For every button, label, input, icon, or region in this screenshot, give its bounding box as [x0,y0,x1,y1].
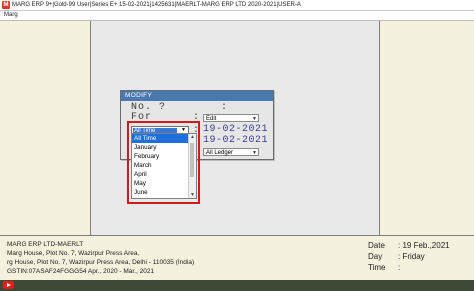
list-item[interactable]: May [132,179,190,188]
time-label: Time [368,263,386,272]
company-name: MARG ERP LTD-MAERLT [7,241,84,248]
title-bar: M MARG ERP 9+|Gold-99 User|Series E+ 15-… [0,0,474,11]
period-dropdown-list[interactable]: All Time January February March April Ma… [131,133,197,199]
right-panel [380,21,474,235]
date-value: : 19 Feb.,2021 [398,241,450,250]
dropdown-arrow-icon: ▼ [252,150,257,156]
time-value: : [398,263,401,272]
date-info: Date : 19 Feb.,2021 Day : Friday Time: [368,240,450,273]
colon: : [221,102,228,113]
dropdown-arrow-icon: ▼ [252,116,257,122]
ledger-select[interactable]: All Ledger ▼ [203,148,259,156]
footer: MARG ERP LTD-MAERLT Marg House, Plot No.… [0,235,474,281]
day-value: : Friday [398,252,425,261]
menu-item-marg[interactable]: Marg [4,12,18,18]
list-item[interactable]: March [132,161,190,170]
menu-bar: Marg [0,11,474,21]
list-item[interactable]: April [132,170,190,179]
status-bar [0,280,474,291]
scroll-up-icon[interactable]: ▲ [190,134,195,140]
list-item[interactable]: February [132,152,190,161]
company-address: Marg House, Plot No. 7, Wazirpur Press A… [7,250,140,257]
left-panel [0,21,90,235]
company-gstin: GSTIN:07ASAF24FGGG54 Apr., 2020 - Mar., … [7,268,155,275]
day-label: Day [368,252,383,261]
window-title: MARG ERP 9+|Gold-99 User|Series E+ 15-02… [12,2,301,8]
date-to[interactable]: 19-02-2021 [203,135,268,146]
scroll-down-icon[interactable]: ▼ [190,192,195,198]
youtube-icon[interactable] [3,281,14,289]
list-item[interactable]: January [132,143,190,152]
company-info: MARG ERP LTD-MAERLT Marg House, Plot No.… [7,240,194,276]
list-item[interactable]: June [132,188,190,197]
date-label: Date [368,241,385,250]
list-item[interactable]: All Time [132,134,190,143]
scrollbar[interactable]: ▲ ▼ [188,134,196,198]
dialog-title: MODIFY [121,91,273,101]
date-from[interactable]: 19-02-2021 [203,124,268,135]
scroll-thumb[interactable] [190,143,194,177]
app-icon: M [2,1,10,9]
company-address: rg House, Plot No. 7, Wazirpur Press Are… [7,259,195,266]
type-select[interactable]: Edit ▼ [203,114,259,122]
